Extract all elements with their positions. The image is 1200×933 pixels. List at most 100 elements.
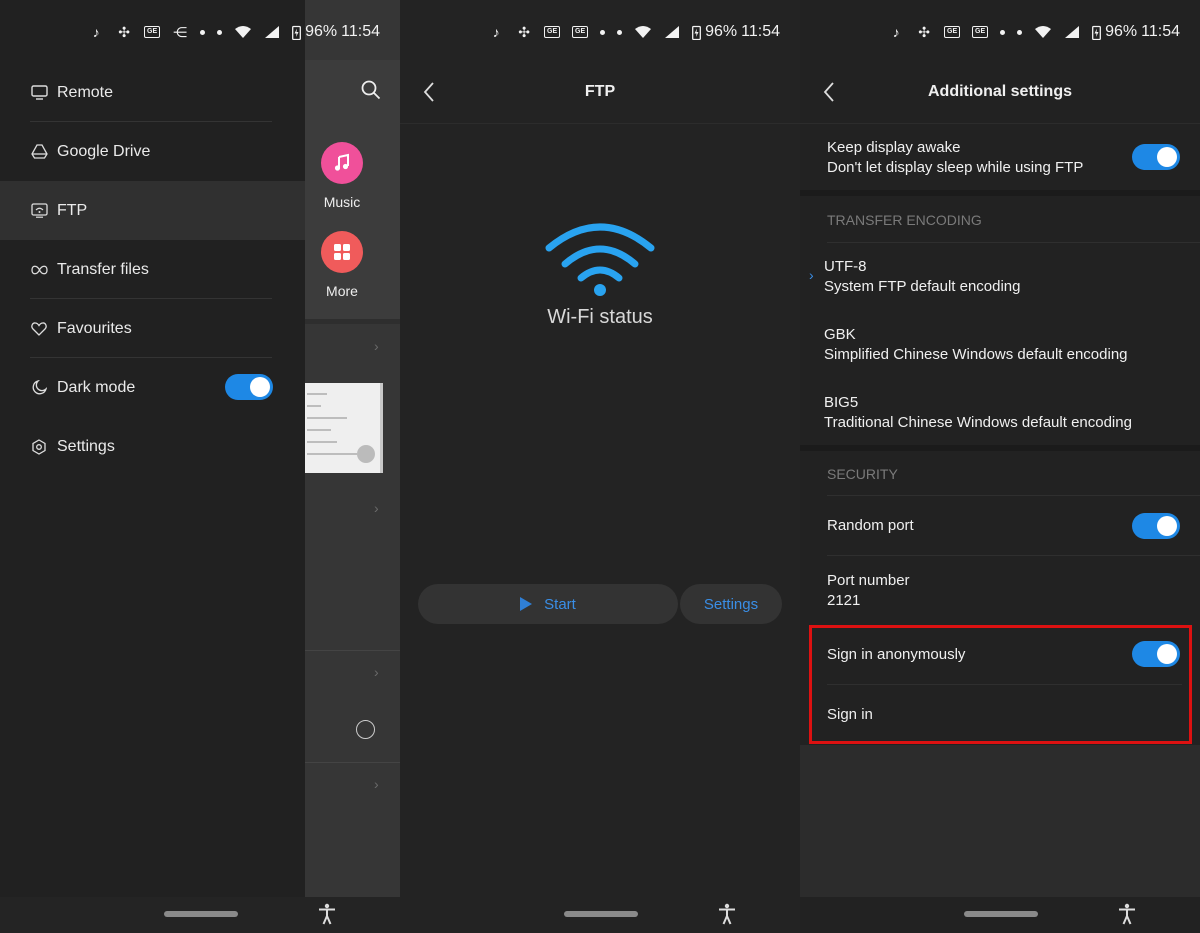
clock: 11:54 bbox=[741, 23, 780, 40]
google-drive-icon bbox=[30, 143, 48, 161]
pinwheel-icon: ✣ bbox=[518, 24, 530, 40]
notification-dot bbox=[1017, 29, 1023, 35]
highlight-box bbox=[809, 625, 1192, 744]
ge-icon: GE bbox=[972, 26, 989, 38]
drawer-screen: Music More › › › › Remote Google Drive F… bbox=[0, 0, 400, 933]
wifi-icon bbox=[1035, 26, 1052, 38]
divider bbox=[305, 319, 400, 324]
divider bbox=[827, 555, 1200, 556]
notification-dot bbox=[200, 29, 206, 35]
accessibility-icon[interactable] bbox=[716, 903, 738, 925]
encoding-name: UTF-8 bbox=[824, 258, 867, 275]
music-button[interactable] bbox=[321, 142, 363, 184]
clock: 11:54 bbox=[1141, 23, 1180, 40]
pinwheel-icon: ✣ bbox=[118, 24, 130, 40]
battery-charging-icon bbox=[1092, 25, 1102, 40]
drawer-item-label: Dark mode bbox=[57, 378, 136, 396]
drawer-item-ftp[interactable]: FTP bbox=[0, 181, 305, 240]
encoding-option-gbk[interactable]: GBK Simplified Chinese Windows default e… bbox=[800, 325, 1200, 365]
drawer-item-transfer-files[interactable]: Transfer files bbox=[0, 240, 305, 299]
security-header: SECURITY bbox=[827, 466, 898, 482]
accessibility-icon[interactable] bbox=[1116, 903, 1138, 925]
divider bbox=[305, 762, 400, 763]
start-label: Start bbox=[544, 595, 576, 613]
battery-percent: 96% bbox=[1105, 23, 1138, 40]
remote-icon bbox=[30, 84, 48, 102]
battery-percent: 96% bbox=[705, 23, 738, 40]
status-bar: ♪ ✣ GE ⋲ 96% 11:54 bbox=[88, 20, 380, 44]
ge-icon: GE bbox=[544, 26, 561, 38]
more-button[interactable] bbox=[321, 231, 363, 273]
encoding-description: Traditional Chinese Windows default enco… bbox=[824, 414, 1132, 431]
page-title: Additional settings bbox=[928, 83, 1072, 100]
port-number-row[interactable]: Port number 2121 bbox=[800, 571, 1200, 611]
start-button[interactable]: Start bbox=[418, 584, 678, 624]
divider bbox=[827, 495, 1200, 496]
chevron-right-icon[interactable]: › bbox=[374, 500, 379, 516]
drawer-item-label: Settings bbox=[57, 437, 115, 455]
chevron-right-icon[interactable]: › bbox=[374, 776, 379, 792]
drawer-item-settings[interactable]: Settings bbox=[0, 417, 305, 476]
tiktok-icon: ♪ bbox=[492, 24, 500, 40]
random-port-toggle[interactable] bbox=[1132, 513, 1180, 539]
gesture-bar[interactable] bbox=[964, 911, 1038, 917]
battery-charging-icon bbox=[692, 25, 702, 40]
heart-icon bbox=[30, 320, 48, 338]
battery-percent: 96% bbox=[305, 23, 338, 40]
share-icon: ⋲ bbox=[173, 24, 188, 40]
encoding-option-utf8[interactable]: UTF-8 System FTP default encoding bbox=[800, 257, 1200, 297]
notification-dot bbox=[1000, 29, 1006, 35]
ge-icon: GE bbox=[144, 26, 161, 38]
settings-label: Settings bbox=[703, 595, 759, 613]
gear-icon bbox=[30, 438, 48, 456]
accessibility-icon[interactable] bbox=[316, 903, 338, 925]
navigation-drawer: Remote Google Drive FTP Transfer files F… bbox=[0, 0, 305, 897]
radio-button[interactable] bbox=[356, 720, 375, 739]
encoding-description: System FTP default encoding bbox=[824, 278, 1021, 295]
status-bar: ♪ ✣ GE GE 96% 11:54 bbox=[488, 20, 780, 44]
wifi-icon bbox=[635, 26, 652, 38]
signal-icon bbox=[1065, 26, 1080, 38]
app-bar: FTP bbox=[400, 62, 800, 124]
home-shortcuts: Music More bbox=[305, 60, 400, 320]
settings-button[interactable]: Settings bbox=[680, 584, 782, 624]
divider bbox=[305, 650, 400, 651]
gesture-bar[interactable] bbox=[564, 911, 638, 917]
transfer-encoding-header: TRANSFER ENCODING bbox=[827, 212, 982, 228]
play-icon bbox=[520, 597, 533, 611]
drawer-item-favourites[interactable]: Favourites bbox=[0, 299, 305, 358]
notification-dot bbox=[217, 29, 223, 35]
port-number-value: 2121 bbox=[827, 592, 861, 609]
pinwheel-icon: ✣ bbox=[918, 24, 930, 40]
ge-icon: GE bbox=[944, 26, 961, 38]
tiktok-icon: ♪ bbox=[92, 24, 100, 40]
tiktok-icon: ♪ bbox=[892, 24, 900, 40]
encoding-name: GBK bbox=[824, 326, 856, 343]
drawer-item-label: Remote bbox=[57, 83, 114, 101]
notification-dot bbox=[600, 29, 606, 35]
ftp-icon bbox=[30, 202, 48, 220]
music-label: Music bbox=[323, 194, 361, 210]
app-bar: Additional settings bbox=[800, 62, 1200, 124]
gesture-bar[interactable] bbox=[164, 911, 238, 917]
dark-mode-toggle[interactable] bbox=[225, 374, 273, 400]
clock: 11:54 bbox=[341, 23, 380, 40]
encoding-option-big5[interactable]: BIG5 Traditional Chinese Windows default… bbox=[800, 393, 1200, 433]
keep-display-awake-toggle[interactable] bbox=[1132, 144, 1180, 170]
chevron-right-icon[interactable]: › bbox=[374, 664, 379, 680]
additional-settings-screen: ♪ ✣ GE GE 96% 11:54 Additional settings … bbox=[800, 0, 1200, 933]
more-label: More bbox=[326, 283, 358, 299]
ftp-preview-thumbnail bbox=[305, 383, 383, 473]
empty-area bbox=[800, 745, 1200, 897]
chevron-right-icon[interactable]: › bbox=[374, 338, 379, 354]
encoding-description: Simplified Chinese Windows default encod… bbox=[824, 346, 1128, 363]
wifi-icon bbox=[235, 26, 252, 38]
transfer-icon bbox=[30, 261, 48, 279]
drawer-item-google-drive[interactable]: Google Drive bbox=[0, 122, 305, 181]
section-gap bbox=[800, 445, 1200, 451]
drawer-item-label: Google Drive bbox=[57, 142, 151, 160]
ftp-screen: ♪ ✣ GE GE 96% 11:54 FTP Wi-Fi status Sta… bbox=[400, 0, 800, 933]
search-icon[interactable] bbox=[361, 80, 381, 100]
drawer-item-remote[interactable]: Remote bbox=[0, 63, 305, 122]
signal-icon bbox=[265, 26, 280, 38]
